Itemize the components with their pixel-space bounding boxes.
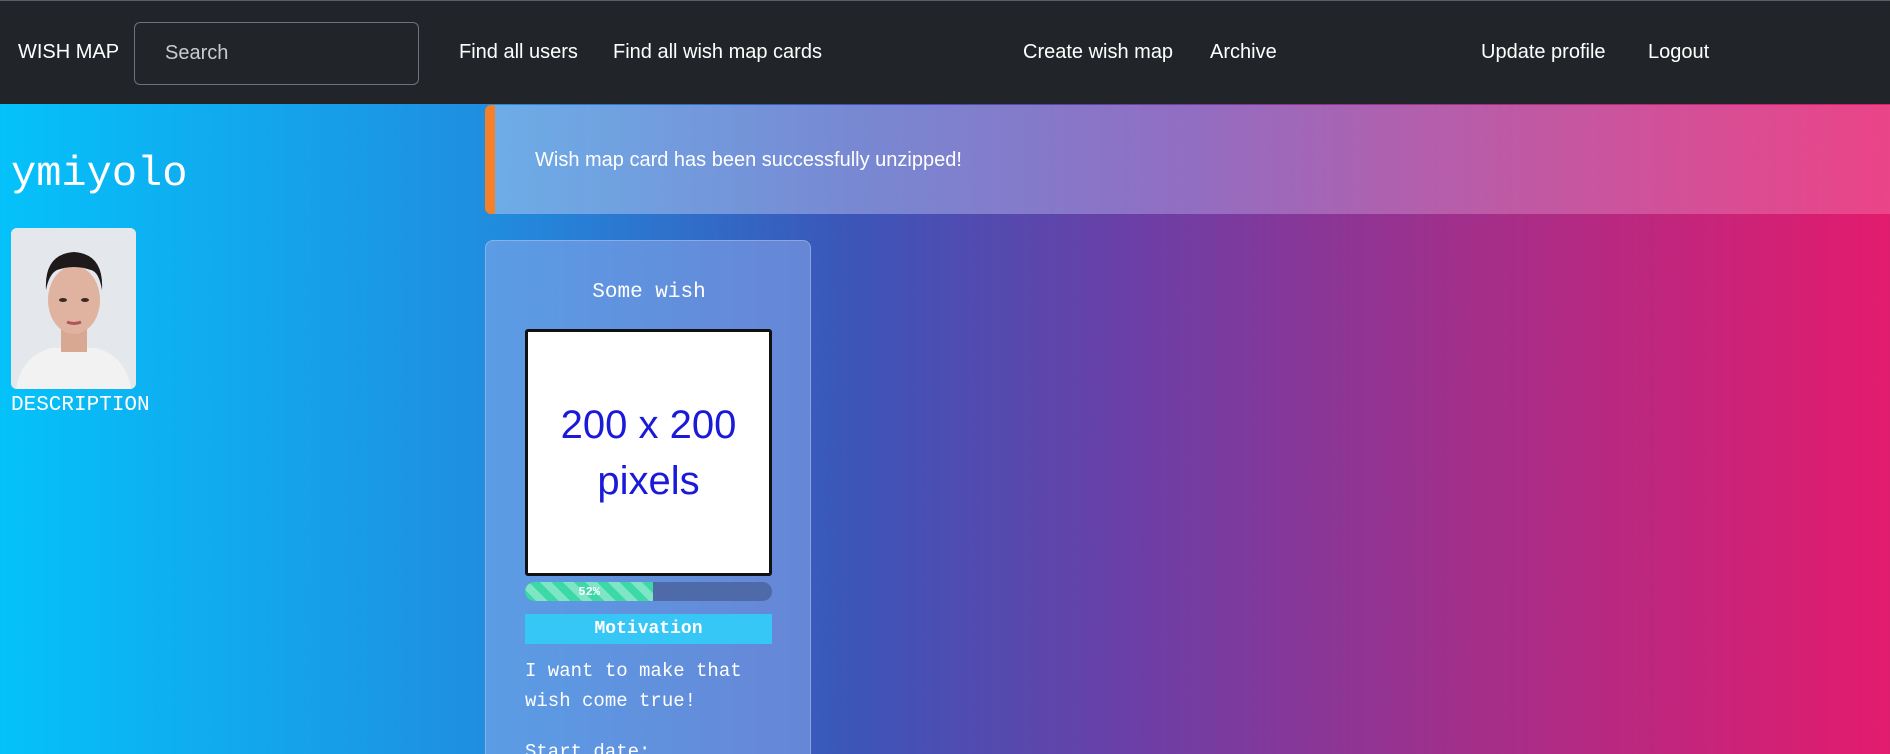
search-input[interactable]	[134, 22, 419, 85]
navbar: WISH MAP Find all users Find all wish ma…	[0, 0, 1890, 104]
nav-create-wish-map[interactable]: Create wish map	[1023, 41, 1173, 64]
alert-message: Wish map card has been successfully unzi…	[535, 149, 962, 171]
wish-card: Some wish 200 x 200 pixels 52% Motivatio…	[485, 240, 811, 754]
motivation-text: I want to make that wish come true!	[525, 660, 742, 712]
start-date-label: Start date:	[525, 741, 651, 754]
card-image: 200 x 200 pixels	[525, 329, 772, 576]
card-image-placeholder-text: 200 x 200 pixels	[560, 402, 737, 503]
avatar	[11, 228, 136, 389]
progress-fill: 52%	[525, 582, 654, 601]
card-title: Some wish	[592, 281, 706, 304]
nav-find-all-users[interactable]: Find all users	[459, 41, 578, 64]
success-alert: Wish map card has been successfully unzi…	[485, 105, 1890, 214]
brand-logo[interactable]: WISH MAP	[18, 41, 119, 64]
progress-bar: 52%	[525, 582, 772, 601]
nav-update-profile[interactable]: Update profile	[1481, 41, 1606, 64]
nav-find-all-wish-map-cards[interactable]: Find all wish map cards	[613, 41, 822, 64]
motivation-header: Motivation	[525, 614, 772, 644]
avatar-photo-icon	[11, 228, 136, 389]
profile-description: DESCRIPTION	[11, 394, 150, 417]
nav-logout[interactable]: Logout	[1648, 41, 1709, 64]
profile-username: ymiyolo	[11, 150, 188, 198]
nav-archive[interactable]: Archive	[1210, 41, 1277, 64]
progress-label: 52%	[578, 584, 601, 599]
